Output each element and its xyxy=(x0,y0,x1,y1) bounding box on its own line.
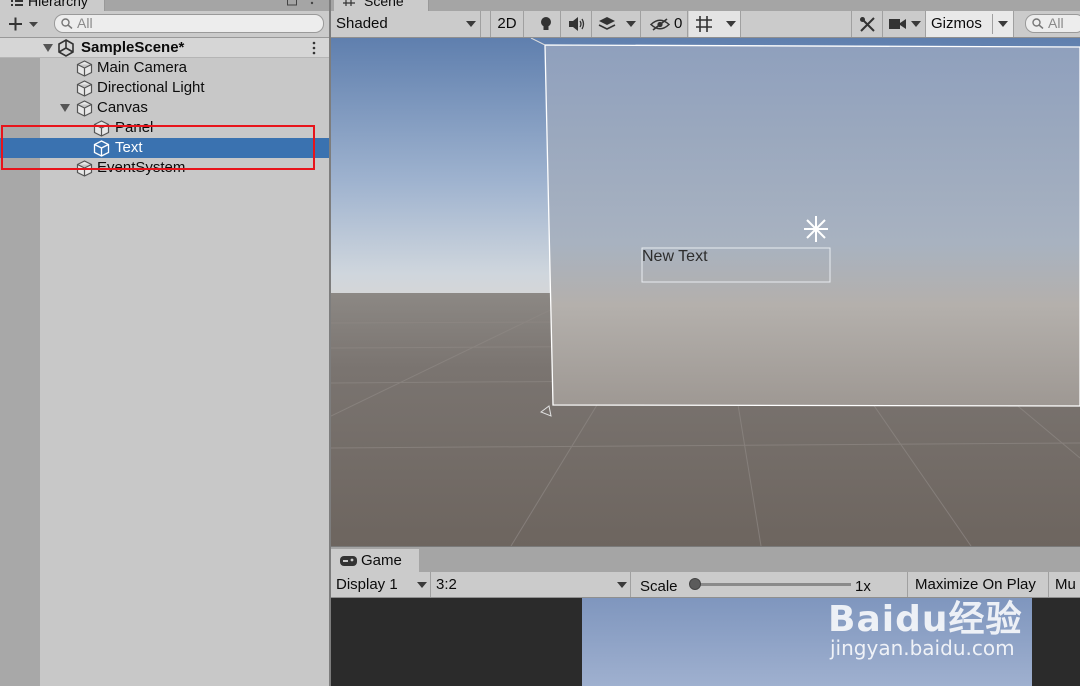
plus-icon xyxy=(9,17,38,31)
gizmos-dropdown[interactable]: Gizmos xyxy=(926,11,1014,37)
scale-slider-thumb[interactable] xyxy=(689,578,701,590)
aspect-dropdown[interactable]: 3:2 xyxy=(431,572,631,597)
tab-scene-label: Scene xyxy=(364,0,404,9)
scale-label: Scale xyxy=(640,578,678,595)
grid-icon xyxy=(696,16,712,32)
dropdown-arrow-icon xyxy=(466,21,476,27)
create-button[interactable] xyxy=(6,14,42,34)
tab-hierarchy-label: Hierarchy xyxy=(28,0,88,9)
camera-icon xyxy=(889,19,906,29)
hidden-eye-icon xyxy=(650,18,670,31)
tab-game[interactable]: Game xyxy=(331,549,419,573)
hidden-count: 0 xyxy=(674,15,683,32)
hierarchy-item-label: Main Camera xyxy=(97,59,188,76)
gameobject-cube-icon xyxy=(76,100,93,117)
highlight-annotation-box xyxy=(1,125,315,170)
tab-game-label: Game xyxy=(361,552,402,569)
scene-toolbar: Shaded 2D 0 Gizmos All xyxy=(331,11,1080,38)
lighting-toggle-button[interactable] xyxy=(531,11,561,37)
dropdown-arrow-icon xyxy=(617,582,627,588)
collapse-arrow-icon[interactable] xyxy=(60,104,70,112)
scene-search-input[interactable]: All xyxy=(1025,14,1080,33)
scene-hash-icon xyxy=(343,0,355,6)
2d-label: 2D xyxy=(497,15,517,32)
display-dropdown[interactable]: Display 1 xyxy=(331,572,431,597)
scene-menu-icon[interactable] xyxy=(312,41,316,55)
scene-render xyxy=(331,38,1080,546)
shading-mode-label: Shaded xyxy=(336,15,388,32)
search-placeholder: All xyxy=(1048,15,1064,31)
search-icon xyxy=(1032,18,1044,29)
scene-name: SampleScene* xyxy=(81,39,185,56)
hierarchy-item-canvas[interactable]: Canvas xyxy=(0,98,330,118)
event-system-gizmo xyxy=(804,216,828,242)
more-options-icon[interactable] xyxy=(310,0,314,6)
hierarchy-panel: Hierarchy All SampleScene* Main Camera D… xyxy=(0,0,330,686)
speaker-icon xyxy=(569,17,585,31)
tools-icon xyxy=(860,17,875,32)
watermark: Baidu经验 jingyan.baidu.com xyxy=(828,590,1078,670)
canvas-new-text: New Text xyxy=(642,248,708,265)
search-placeholder: All xyxy=(77,15,93,31)
dropdown-arrow-icon xyxy=(417,582,427,588)
hierarchy-item-directional-light[interactable]: Directional Light xyxy=(0,78,330,98)
hierarchy-item-label: Canvas xyxy=(97,99,148,116)
gizmos-label: Gizmos xyxy=(931,15,982,32)
scene-tab-bar: Scene xyxy=(331,0,1080,11)
unity-scene-icon xyxy=(58,39,74,57)
grid-toggle-button[interactable] xyxy=(689,11,741,37)
watermark-url: jingyan.baidu.com xyxy=(830,636,1015,660)
game-tab-bar: Game xyxy=(331,546,1080,573)
scene-row[interactable]: SampleScene* xyxy=(0,38,330,58)
gameobject-cube-icon xyxy=(76,60,93,77)
dropdown-arrow-icon xyxy=(911,21,921,27)
maximize-icon[interactable] xyxy=(287,0,297,6)
dropdown-arrow-icon xyxy=(626,21,636,27)
effects-dropdown[interactable] xyxy=(592,11,641,37)
scale-slider-track[interactable] xyxy=(691,583,851,586)
hierarchy-toolbar: All xyxy=(0,11,330,38)
hierarchy-item-label: Directional Light xyxy=(97,79,205,96)
hierarchy-search-input[interactable]: All xyxy=(54,14,324,33)
aspect-label: 3:2 xyxy=(436,576,457,593)
hierarchy-item-main-camera[interactable]: Main Camera xyxy=(0,58,330,78)
lightbulb-icon xyxy=(541,17,551,30)
shading-mode-dropdown[interactable]: Shaded xyxy=(331,11,481,37)
2d-toggle-button[interactable]: 2D xyxy=(490,11,524,37)
dropdown-arrow-icon xyxy=(998,21,1008,27)
tools-button[interactable] xyxy=(851,11,883,37)
dropdown-arrow-icon xyxy=(726,21,736,27)
audio-toggle-button[interactable] xyxy=(561,11,592,37)
scene-viewport[interactable]: New Text xyxy=(331,38,1080,546)
watermark-brand: Baidu经验 xyxy=(828,599,1023,640)
search-icon xyxy=(61,18,73,29)
layers-icon xyxy=(598,17,616,30)
hierarchy-tab-bar: Hierarchy xyxy=(0,0,330,11)
scene-visibility-toggle[interactable]: 0 xyxy=(644,11,688,37)
list-icon xyxy=(11,0,23,6)
gameobject-cube-icon xyxy=(76,80,93,97)
gamepad-icon xyxy=(340,556,357,566)
scene-panel: Scene Shaded 2D 0 Gizmos All New Text xyxy=(331,0,1080,546)
collapse-arrow-icon[interactable] xyxy=(43,44,53,52)
camera-dropdown[interactable] xyxy=(883,11,926,37)
gizmos-separator xyxy=(992,14,993,34)
display-label: Display 1 xyxy=(336,576,398,593)
